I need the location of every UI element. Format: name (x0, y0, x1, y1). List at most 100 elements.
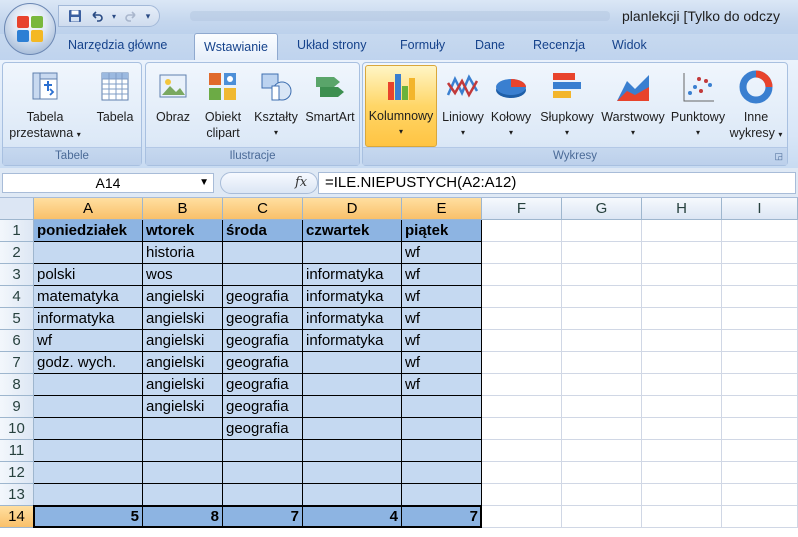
cell-b1[interactable]: wtorek (143, 220, 223, 242)
cell-a5[interactable]: informatyka (34, 308, 143, 330)
row-header-14[interactable]: 14 (0, 506, 34, 528)
cell-g1[interactable] (562, 220, 642, 242)
cell-e5[interactable]: wf (402, 308, 482, 330)
cell-f8[interactable] (482, 374, 562, 396)
cell-h13[interactable] (642, 484, 722, 506)
cell-e2[interactable]: wf (402, 242, 482, 264)
cell-h4[interactable] (642, 286, 722, 308)
cell-e11[interactable] (402, 440, 482, 462)
cell-c3[interactable] (223, 264, 303, 286)
cell-a4[interactable]: matematyka (34, 286, 143, 308)
cell-f6[interactable] (482, 330, 562, 352)
cell-d11[interactable] (303, 440, 402, 462)
cell-h10[interactable] (642, 418, 722, 440)
row-header-10[interactable]: 10 (0, 418, 34, 440)
cell-i8[interactable] (722, 374, 798, 396)
cell-i14[interactable] (722, 506, 798, 528)
cell-a10[interactable] (34, 418, 143, 440)
cell-i3[interactable] (722, 264, 798, 286)
cell-a9[interactable] (34, 396, 143, 418)
cell-c8[interactable]: geografia (223, 374, 303, 396)
cell-h11[interactable] (642, 440, 722, 462)
cell-d2[interactable] (303, 242, 402, 264)
cell-h7[interactable] (642, 352, 722, 374)
cell-i9[interactable] (722, 396, 798, 418)
dialog-launcher-icon[interactable]: ◲ (774, 151, 783, 162)
cell-c7[interactable]: geografia (223, 352, 303, 374)
column-header-d[interactable]: D (303, 198, 402, 220)
cell-f5[interactable] (482, 308, 562, 330)
cell-d3[interactable]: informatyka (303, 264, 402, 286)
cell-a1[interactable]: poniedziałek (34, 220, 143, 242)
cell-h1[interactable] (642, 220, 722, 242)
cell-c14[interactable]: 7 (223, 506, 303, 528)
cell-i2[interactable] (722, 242, 798, 264)
cell-a13[interactable] (34, 484, 143, 506)
column-header-b[interactable]: B (143, 198, 223, 220)
cell-c12[interactable] (223, 462, 303, 484)
cell-h5[interactable] (642, 308, 722, 330)
cell-c5[interactable]: geografia (223, 308, 303, 330)
smartart-button[interactable]: SmartArt (302, 67, 358, 125)
cell-d9[interactable] (303, 396, 402, 418)
cell-b6[interactable]: angielski (143, 330, 223, 352)
cell-d8[interactable] (303, 374, 402, 396)
cell-b13[interactable] (143, 484, 223, 506)
cell-f4[interactable] (482, 286, 562, 308)
cell-c10[interactable]: geografia (223, 418, 303, 440)
cell-a12[interactable] (34, 462, 143, 484)
cell-e6[interactable]: wf (402, 330, 482, 352)
cell-b4[interactable]: angielski (143, 286, 223, 308)
cell-h14[interactable] (642, 506, 722, 528)
cell-b8[interactable]: angielski (143, 374, 223, 396)
insert-function-icon[interactable]: fx (295, 175, 307, 190)
row-header-1[interactable]: 1 (0, 220, 34, 242)
tab-dane[interactable]: Dane (475, 38, 505, 52)
pie-chart-button[interactable]: Kołowy ▾ (487, 67, 535, 141)
column-header-a[interactable]: A (34, 198, 143, 220)
cell-f3[interactable] (482, 264, 562, 286)
cell-g10[interactable] (562, 418, 642, 440)
area-chart-button[interactable]: Warstwowy ▾ (599, 67, 667, 141)
cell-f14[interactable] (482, 506, 562, 528)
cell-h6[interactable] (642, 330, 722, 352)
cell-i5[interactable] (722, 308, 798, 330)
cell-h8[interactable] (642, 374, 722, 396)
cell-f7[interactable] (482, 352, 562, 374)
cell-i12[interactable] (722, 462, 798, 484)
tab-recenzja[interactable]: Recenzja (533, 38, 585, 52)
table-button[interactable]: Tabela (91, 67, 139, 125)
cell-g14[interactable] (562, 506, 642, 528)
picture-button[interactable]: Obraz (152, 67, 194, 125)
row-header-13[interactable]: 13 (0, 484, 34, 506)
cell-f11[interactable] (482, 440, 562, 462)
clipart-button[interactable]: Obiekt clipart (200, 67, 246, 141)
scatter-chart-button[interactable]: Punktowy ▾ (669, 67, 727, 141)
cell-c1[interactable]: środa (223, 220, 303, 242)
cell-e13[interactable] (402, 484, 482, 506)
cell-i4[interactable] (722, 286, 798, 308)
cell-b12[interactable] (143, 462, 223, 484)
cell-i11[interactable] (722, 440, 798, 462)
undo-dropdown-icon[interactable]: ▾ (109, 7, 119, 25)
column-header-f[interactable]: F (482, 198, 562, 220)
cell-d10[interactable] (303, 418, 402, 440)
cell-h9[interactable] (642, 396, 722, 418)
cell-d13[interactable] (303, 484, 402, 506)
cell-h12[interactable] (642, 462, 722, 484)
cell-g4[interactable] (562, 286, 642, 308)
tab-formuly[interactable]: Formuły (400, 38, 445, 52)
column-header-h[interactable]: H (642, 198, 722, 220)
column-header-e[interactable]: E (402, 198, 482, 220)
cell-g8[interactable] (562, 374, 642, 396)
row-header-11[interactable]: 11 (0, 440, 34, 462)
column-header-c[interactable]: C (223, 198, 303, 220)
cell-i1[interactable] (722, 220, 798, 242)
name-box[interactable]: A14 ▼ (2, 173, 214, 193)
office-button[interactable] (4, 3, 56, 55)
row-header-7[interactable]: 7 (0, 352, 34, 374)
customize-icon[interactable]: ▾ (143, 7, 153, 25)
row-header-5[interactable]: 5 (0, 308, 34, 330)
cell-a7[interactable]: godz. wych. (34, 352, 143, 374)
cell-f9[interactable] (482, 396, 562, 418)
